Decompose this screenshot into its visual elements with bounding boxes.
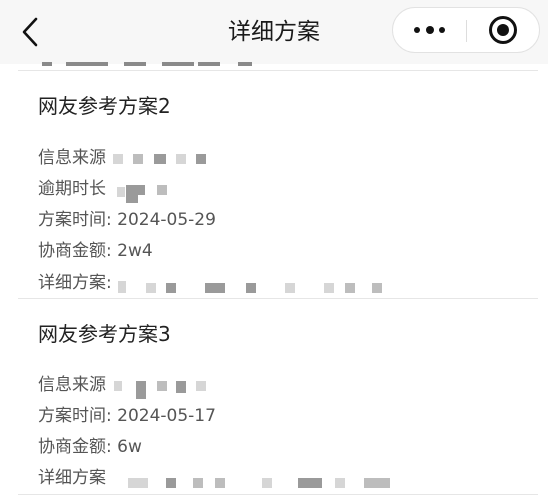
plan-title: 网友参考方案3: [38, 322, 171, 346]
capsule-menu: [392, 7, 540, 53]
redacted-value: [136, 391, 146, 399]
redacted-value: [137, 185, 145, 195]
negotiated-amount-field: 协商金额: 6w: [38, 437, 142, 457]
redacted-value: [157, 185, 167, 195]
redacted-value: [196, 154, 206, 164]
redacted-value: [154, 154, 166, 164]
redacted-value: [176, 381, 186, 393]
more-button[interactable]: [393, 8, 466, 52]
redacted-value: [166, 478, 176, 488]
divider: [18, 298, 538, 299]
negotiated-amount-field: 协商金额: 2w4: [38, 241, 153, 261]
redacted-value: [113, 154, 123, 164]
redacted-value: [196, 381, 206, 391]
close-miniprogram-button[interactable]: [467, 8, 539, 52]
redacted-value: [285, 283, 295, 293]
plan-title: 网友参考方案2: [38, 94, 171, 118]
redacted-value: [215, 478, 225, 488]
divider: [18, 494, 538, 495]
redacted-value: [146, 283, 156, 293]
plan-date-field: 方案时间: 2024-05-29: [38, 210, 216, 230]
clipped-previous-row: [38, 52, 298, 66]
redacted-value: [128, 478, 148, 488]
redacted-value: [246, 283, 256, 293]
redacted-value: [157, 381, 167, 391]
redacted-value: [205, 283, 225, 293]
redacted-value: [176, 154, 186, 164]
plan-date-field: 方案时间: 2024-05-17: [38, 406, 216, 426]
redacted-value: [335, 478, 345, 488]
redacted-value: [193, 478, 203, 488]
redacted-value: [364, 478, 390, 488]
redacted-value: [262, 478, 272, 488]
more-dots-icon: [426, 26, 434, 34]
redacted-value: [166, 283, 176, 293]
redacted-value: [117, 187, 125, 197]
redacted-value: [372, 283, 382, 293]
redacted-value: [118, 281, 126, 293]
divider: [18, 70, 538, 71]
overdue-duration-field: 逾期时长: [38, 179, 106, 199]
info-source-field: 信息来源: [38, 148, 106, 168]
redacted-value: [298, 478, 322, 488]
redacted-value: [345, 283, 355, 293]
plan-detail-field: 详细方案:: [38, 273, 112, 293]
plan-detail-field: 详细方案: [38, 468, 106, 488]
redacted-value: [114, 381, 122, 391]
target-dot: [497, 24, 509, 36]
info-source-field: 信息来源: [38, 375, 106, 395]
more-dots-icon: [414, 27, 420, 33]
redacted-value: [133, 154, 143, 164]
more-dots-icon: [439, 27, 445, 33]
redacted-value: [324, 283, 334, 293]
